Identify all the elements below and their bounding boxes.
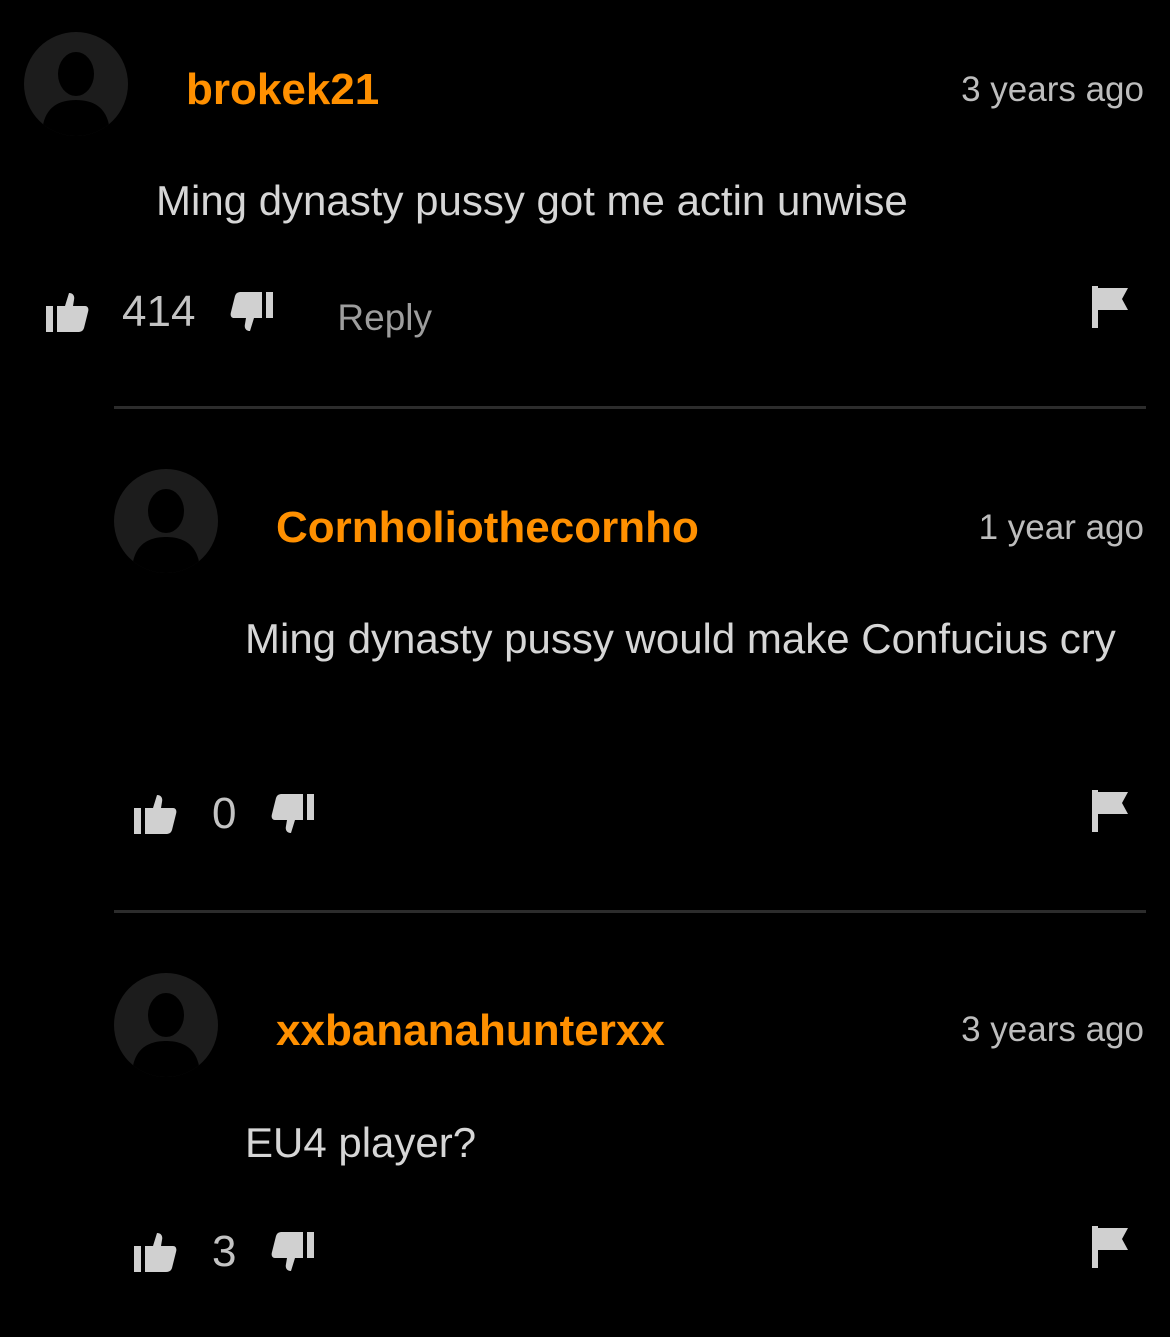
reply-button[interactable]: Reply — [337, 299, 432, 336]
timestamp: 3 years ago — [961, 70, 1144, 109]
divider — [114, 910, 1146, 913]
thumbs-up-icon[interactable] — [132, 791, 178, 837]
vote-count: 414 — [122, 287, 196, 336]
vote-count: 0 — [212, 789, 237, 838]
vote-count: 3 — [212, 1227, 237, 1276]
default-avatar-icon — [42, 52, 110, 136]
username[interactable]: Cornholiothecornho — [276, 506, 699, 550]
comment-text: Ming dynasty pussy would make Confucius … — [245, 615, 1116, 662]
avatar[interactable] — [114, 973, 218, 1077]
flag-icon[interactable] — [1092, 790, 1128, 837]
timestamp: 1 year ago — [978, 508, 1144, 547]
comment-actions: 0 — [132, 784, 316, 844]
avatar[interactable] — [24, 32, 128, 136]
default-avatar-icon — [132, 993, 200, 1077]
flag-icon[interactable] — [1092, 1226, 1128, 1273]
default-avatar-icon — [132, 489, 200, 573]
timestamp: 3 years ago — [961, 1010, 1144, 1049]
comment-actions: 3 — [132, 1222, 316, 1282]
username[interactable]: xxbananahunterxx — [276, 1009, 665, 1053]
comment-actions: 414 Reply — [44, 282, 432, 342]
avatar[interactable] — [114, 469, 218, 573]
flag-icon[interactable] — [1092, 286, 1128, 333]
thumbs-down-icon[interactable] — [229, 289, 275, 335]
comment-text: Ming dynasty pussy got me actin unwise — [156, 177, 908, 224]
thumbs-up-icon[interactable] — [44, 289, 90, 335]
thumbs-down-icon[interactable] — [270, 791, 316, 837]
comment-text: EU4 player? — [245, 1119, 477, 1166]
username[interactable]: brokek21 — [186, 68, 379, 112]
thumbs-down-icon[interactable] — [270, 1229, 316, 1275]
thumbs-up-icon[interactable] — [132, 1229, 178, 1275]
divider — [114, 406, 1146, 409]
